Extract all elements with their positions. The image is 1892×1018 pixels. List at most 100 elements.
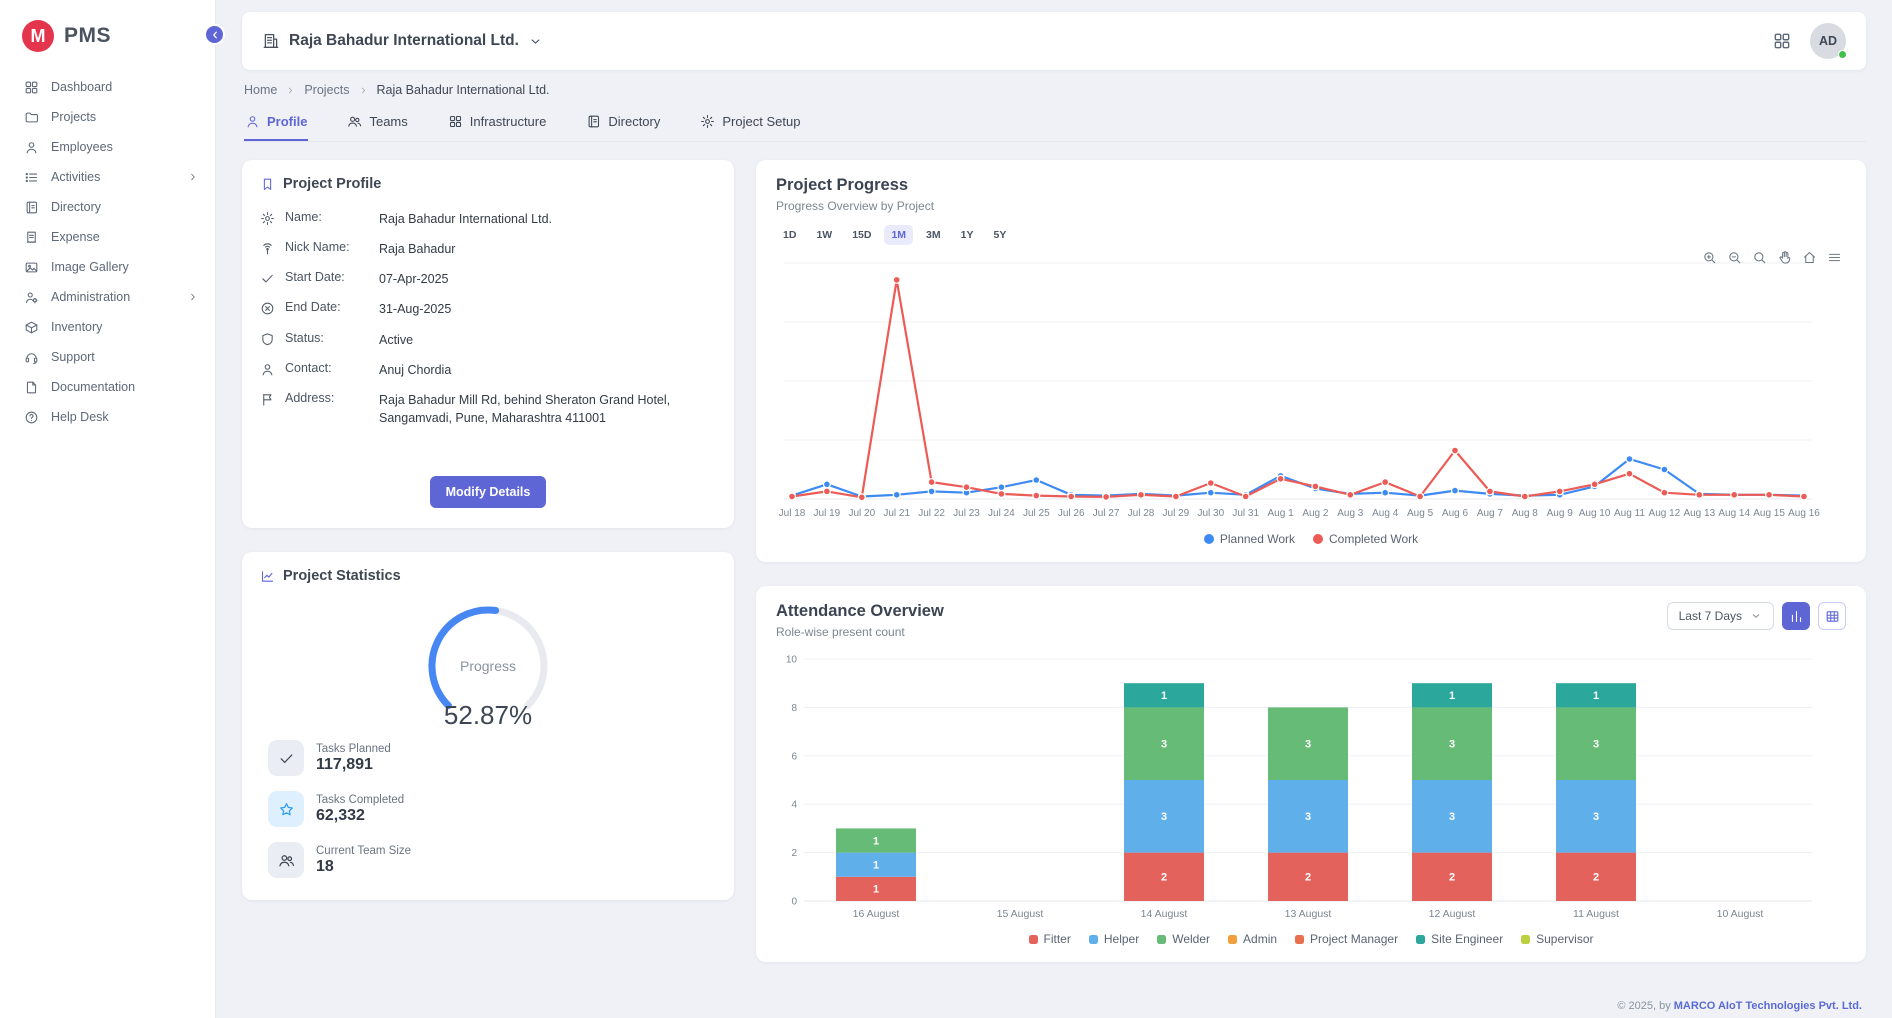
data-point[interactable] — [824, 488, 831, 495]
range-3m-button[interactable]: 3M — [919, 225, 948, 245]
data-point[interactable] — [998, 491, 1005, 498]
data-point[interactable] — [1382, 479, 1389, 486]
data-point[interactable] — [1731, 491, 1738, 498]
svg-text:Aug 4: Aug 4 — [1372, 508, 1399, 519]
data-point[interactable] — [1452, 447, 1459, 454]
sidebar-item-administration[interactable]: Administration — [0, 282, 215, 312]
progress-line-chart[interactable]: Jul 18Jul 19Jul 20Jul 21Jul 22Jul 23Jul … — [776, 249, 1820, 525]
data-point[interactable] — [998, 484, 1005, 491]
data-point[interactable] — [1417, 493, 1424, 500]
legend-item-planned-work[interactable]: Planned Work — [1204, 532, 1295, 546]
chart-zoom-in-button[interactable] — [1702, 250, 1717, 265]
legend-item-completed-work[interactable]: Completed Work — [1313, 532, 1418, 546]
apps-button[interactable] — [1772, 31, 1792, 51]
chart-home-button[interactable] — [1802, 250, 1817, 265]
data-point[interactable] — [1068, 493, 1075, 500]
data-point[interactable] — [1033, 477, 1040, 484]
data-point[interactable] — [1312, 483, 1319, 490]
modify-details-button[interactable]: Modify Details — [430, 476, 547, 508]
footer-company-link[interactable]: MARCO AIoT Technologies Pvt. Ltd. — [1674, 1000, 1862, 1012]
data-point[interactable] — [1487, 488, 1494, 495]
data-point[interactable] — [1382, 489, 1389, 496]
data-point[interactable] — [1766, 491, 1773, 498]
legend-item-site-engineer[interactable]: Site Engineer — [1416, 932, 1503, 946]
breadcrumb-item-home[interactable]: Home — [244, 83, 277, 97]
legend-item-fitter[interactable]: Fitter — [1029, 932, 1071, 946]
tab-profile[interactable]: Profile — [244, 105, 308, 141]
sidebar-item-inventory[interactable]: Inventory — [0, 312, 215, 342]
data-point[interactable] — [1626, 470, 1633, 477]
range-1y-button[interactable]: 1Y — [954, 225, 981, 245]
chart-toolbar — [1702, 250, 1842, 265]
sidebar-item-activities[interactable]: Activities — [0, 162, 215, 192]
data-point[interactable] — [1103, 494, 1110, 501]
data-point[interactable] — [928, 488, 935, 495]
svg-text:3: 3 — [1593, 811, 1599, 823]
home-icon — [1802, 250, 1817, 265]
legend-item-helper[interactable]: Helper — [1089, 932, 1139, 946]
data-point[interactable] — [1347, 491, 1354, 498]
gauge-label: Progress — [460, 658, 516, 674]
data-point[interactable] — [1801, 493, 1808, 500]
range-1w-button[interactable]: 1W — [809, 225, 839, 245]
data-point[interactable] — [1242, 493, 1249, 500]
brand[interactable]: M PMS — [0, 0, 215, 68]
sidebar-item-expense[interactable]: Expense — [0, 222, 215, 252]
sidebar-item-projects[interactable]: Projects — [0, 102, 215, 132]
range-5y-button[interactable]: 5Y — [986, 225, 1013, 245]
user-avatar[interactable]: AD — [1810, 23, 1846, 59]
data-point[interactable] — [858, 494, 865, 501]
sidebar-collapse-button[interactable] — [204, 24, 225, 45]
attendance-bar-chart[interactable]: 024681011116 August15 August233114 Augus… — [776, 649, 1820, 925]
data-point[interactable] — [1696, 491, 1703, 498]
chart-zoom-out-button[interactable] — [1727, 250, 1742, 265]
chart-menu-button[interactable] — [1827, 250, 1842, 265]
chart-hand-button[interactable] — [1777, 250, 1792, 265]
building-icon — [262, 32, 280, 50]
legend-item-admin[interactable]: Admin — [1228, 932, 1277, 946]
tab-directory[interactable]: Directory — [585, 105, 661, 141]
data-point[interactable] — [1521, 493, 1528, 500]
data-point[interactable] — [928, 479, 935, 486]
sidebar-item-directory[interactable]: Directory — [0, 192, 215, 222]
company-selector[interactable]: Raja Bahadur International Ltd. — [262, 32, 543, 50]
data-point[interactable] — [963, 484, 970, 491]
data-point[interactable] — [1661, 466, 1668, 473]
data-point[interactable] — [1277, 475, 1284, 482]
range-15d-button[interactable]: 15D — [845, 225, 878, 245]
data-point[interactable] — [1138, 491, 1145, 498]
data-point[interactable] — [893, 491, 900, 498]
sidebar-item-documentation[interactable]: Documentation — [0, 372, 215, 402]
data-point[interactable] — [824, 481, 831, 488]
sidebar-item-image-gallery[interactable]: Image Gallery — [0, 252, 215, 282]
legend-item-supervisor[interactable]: Supervisor — [1521, 932, 1593, 946]
chart-magnifier-button[interactable] — [1752, 250, 1767, 265]
tab-infrastructure[interactable]: Infrastructure — [447, 105, 548, 141]
legend-item-project-manager[interactable]: Project Manager — [1295, 932, 1398, 946]
breadcrumb-item-projects[interactable]: Projects — [304, 83, 349, 97]
data-point[interactable] — [1207, 480, 1214, 487]
view-bar-chart-button[interactable] — [1782, 602, 1810, 630]
data-point[interactable] — [1033, 492, 1040, 499]
date-range-select[interactable]: Last 7 Days — [1667, 602, 1774, 630]
range-1m-button[interactable]: 1M — [884, 225, 913, 245]
data-point[interactable] — [789, 493, 796, 500]
data-point[interactable] — [1207, 489, 1214, 496]
sidebar-item-support[interactable]: Support — [0, 342, 215, 372]
range-1d-button[interactable]: 1D — [776, 225, 803, 245]
data-point[interactable] — [1661, 489, 1668, 496]
tab-teams[interactable]: Teams — [346, 105, 408, 141]
sidebar-item-employees[interactable]: Employees — [0, 132, 215, 162]
data-point[interactable] — [893, 277, 900, 284]
sidebar-item-help-desk[interactable]: Help Desk — [0, 402, 215, 432]
legend-item-welder[interactable]: Welder — [1157, 932, 1210, 946]
svg-text:8: 8 — [791, 703, 797, 714]
data-point[interactable] — [1591, 481, 1598, 488]
data-point[interactable] — [1556, 488, 1563, 495]
data-point[interactable] — [1452, 487, 1459, 494]
sidebar-item-dashboard[interactable]: Dashboard — [0, 72, 215, 102]
tab-project-setup[interactable]: Project Setup — [699, 105, 801, 141]
view-table-button[interactable] — [1818, 602, 1846, 630]
data-point[interactable] — [1173, 493, 1180, 500]
data-point[interactable] — [1626, 456, 1633, 463]
